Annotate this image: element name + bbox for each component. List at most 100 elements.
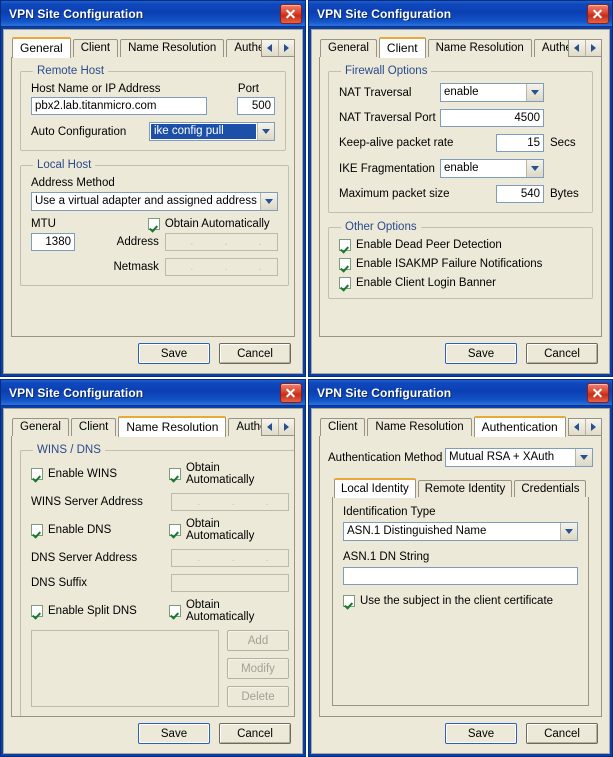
authentication-method-value: Mutual RSA + XAuth xyxy=(449,451,555,463)
enable-client-login-banner-checkbox[interactable]: Enable Client Login Banner xyxy=(339,277,496,289)
tab-general[interactable]: General xyxy=(12,418,69,436)
save-button[interactable]: Save xyxy=(445,343,517,364)
modify-button[interactable]: Modify xyxy=(227,658,289,679)
split-dns-obtain-automatically-checkbox[interactable]: Obtain Automatically xyxy=(168,599,289,623)
dns-obtain-automatically-label: Obtain Automatically xyxy=(185,518,255,542)
tab-scroll-left-button[interactable] xyxy=(569,419,586,435)
cancel-button[interactable]: Cancel xyxy=(526,343,598,364)
close-icon[interactable] xyxy=(587,3,609,24)
ike-fragmentation-select[interactable]: enable xyxy=(440,159,544,178)
enable-dead-peer-detection-checkbox[interactable]: Enable Dead Peer Detection xyxy=(339,239,502,251)
tab-client[interactable]: Client xyxy=(70,418,117,436)
add-button[interactable]: Add xyxy=(227,630,289,651)
address-method-select[interactable]: Use a virtual adapter and assigned addre… xyxy=(31,192,278,211)
use-subject-in-client-certificate-checkbox[interactable]: Use the subject in the client certificat… xyxy=(343,595,578,607)
close-icon[interactable] xyxy=(280,3,302,24)
tab-name-resolution[interactable]: Name Resolution xyxy=(367,418,472,436)
enable-split-dns-checkbox[interactable]: Enable Split DNS xyxy=(31,605,169,617)
chevron-right-icon xyxy=(283,423,289,431)
nat-traversal-select[interactable]: enable xyxy=(440,83,544,102)
wins-obtain-automatically-checkbox[interactable]: Obtain Automatically xyxy=(168,462,289,486)
split-dns-list[interactable] xyxy=(31,630,219,707)
chevron-down-icon[interactable] xyxy=(257,123,274,140)
tab-scroll-left-button[interactable] xyxy=(262,419,279,435)
cancel-button[interactable]: Cancel xyxy=(219,723,291,744)
checkbox-check-icon xyxy=(343,595,355,607)
enable-wins-checkbox[interactable]: Enable WINS xyxy=(31,468,169,480)
auto-configuration-select[interactable]: ike config pull xyxy=(149,122,275,141)
enable-client-login-banner-label: Enable Client Login Banner xyxy=(356,277,497,289)
tab-scroll-left-button[interactable] xyxy=(569,40,586,56)
tab-scroll-right-button[interactable] xyxy=(278,40,294,56)
dns-obtain-automatically-checkbox[interactable]: Obtain Automatically xyxy=(168,518,289,542)
subtab-local-identity[interactable]: Local Identity xyxy=(334,478,416,498)
title-bar[interactable]: VPN Site Configuration xyxy=(1,1,305,27)
tab-scroll-buttons[interactable] xyxy=(568,418,602,436)
cancel-button[interactable]: Cancel xyxy=(526,723,598,744)
checkbox-check-icon xyxy=(339,239,351,251)
tab-scroll-buttons[interactable] xyxy=(261,39,295,57)
tab-scroll-right-button[interactable] xyxy=(585,40,601,56)
tab-scroll-right-button[interactable] xyxy=(278,419,294,435)
port-input[interactable] xyxy=(237,97,275,115)
tab-client[interactable]: Client xyxy=(72,39,119,57)
chevron-down-icon[interactable] xyxy=(575,449,592,466)
tab-general[interactable]: General xyxy=(320,39,377,57)
tab-scroll-buttons[interactable] xyxy=(568,39,602,57)
tab-name-resolution[interactable]: Name Resolution xyxy=(120,39,225,57)
maximum-packet-size-label: Maximum packet size xyxy=(339,188,450,200)
enable-isakmp-notifications-label: Enable ISAKMP Failure Notifications xyxy=(356,258,543,270)
host-name-input[interactable] xyxy=(31,97,207,115)
mtu-input[interactable] xyxy=(31,233,75,251)
dialog-client-area: Client Name Resolution Authentication Ph… xyxy=(311,408,610,754)
dns-server-address-label: DNS Server Address xyxy=(31,552,138,564)
tab-scroll-left-button[interactable] xyxy=(262,40,279,56)
chevron-down-icon[interactable] xyxy=(560,523,577,540)
tab-authentication[interactable]: Authentication xyxy=(473,416,566,437)
authentication-method-select[interactable]: Mutual RSA + XAuth xyxy=(445,448,593,467)
maximum-packet-size-input[interactable] xyxy=(496,185,544,203)
chevron-down-icon[interactable] xyxy=(526,84,543,101)
asn1-dn-string-input[interactable] xyxy=(343,567,578,585)
title-bar[interactable]: VPN Site Configuration xyxy=(309,1,612,27)
save-button[interactable]: Save xyxy=(445,723,517,744)
chevron-down-icon[interactable] xyxy=(526,160,543,177)
dialog-client-area: General Client Name Resolution Authentic… xyxy=(311,29,610,374)
ike-fragmentation-value: enable xyxy=(444,162,479,174)
save-button[interactable]: Save xyxy=(138,723,210,744)
nat-traversal-value: enable xyxy=(444,86,479,98)
tab-scroll-right-button[interactable] xyxy=(585,419,601,435)
cancel-button[interactable]: Cancel xyxy=(219,343,291,364)
tab-name-resolution[interactable]: Name Resolution xyxy=(427,39,532,57)
chevron-left-icon xyxy=(267,44,273,52)
sub-tab-page-local-identity: Identification Type ASN.1 Distinguished … xyxy=(332,497,589,706)
dialog-client-area: General Client Name Resolution Authentic… xyxy=(3,408,303,754)
tab-client[interactable]: Client xyxy=(378,37,426,58)
identification-type-label: Identification Type xyxy=(343,506,436,518)
vpn-site-configuration-window-name-resolution: VPN Site Configuration General Client Na… xyxy=(0,379,306,757)
keep-alive-input[interactable] xyxy=(496,134,544,152)
tab-client[interactable]: Client xyxy=(320,418,366,436)
subtab-credentials[interactable]: Credentials xyxy=(514,480,587,497)
tab-strip: General Client Name Resolution Authentic… xyxy=(11,415,295,437)
enable-dns-checkbox[interactable]: Enable DNS xyxy=(31,524,169,536)
save-button[interactable]: Save xyxy=(138,343,210,364)
nat-traversal-port-input[interactable] xyxy=(440,109,544,127)
chevron-down-icon[interactable] xyxy=(259,193,277,210)
tab-name-resolution[interactable]: Name Resolution xyxy=(118,416,227,437)
subtab-remote-identity[interactable]: Remote Identity xyxy=(417,480,513,497)
close-icon[interactable] xyxy=(280,382,302,403)
delete-button[interactable]: Delete xyxy=(227,686,289,707)
local-obtain-automatically-checkbox[interactable]: Obtain Automatically xyxy=(147,218,278,230)
local-host-legend: Local Host xyxy=(37,159,92,171)
title-bar[interactable]: VPN Site Configuration xyxy=(1,380,305,406)
checkbox-check-icon xyxy=(31,468,43,480)
dialog-buttons: Save Cancel xyxy=(319,717,602,746)
tab-general[interactable]: General xyxy=(12,37,71,58)
close-icon[interactable] xyxy=(587,382,609,403)
use-subject-in-client-certificate-label: Use the subject in the client certificat… xyxy=(360,595,554,607)
enable-isakmp-notifications-checkbox[interactable]: Enable ISAKMP Failure Notifications xyxy=(339,258,542,270)
title-bar[interactable]: VPN Site Configuration xyxy=(309,380,612,406)
tab-scroll-buttons[interactable] xyxy=(261,418,295,436)
identification-type-select[interactable]: ASN.1 Distinguished Name xyxy=(343,522,578,541)
